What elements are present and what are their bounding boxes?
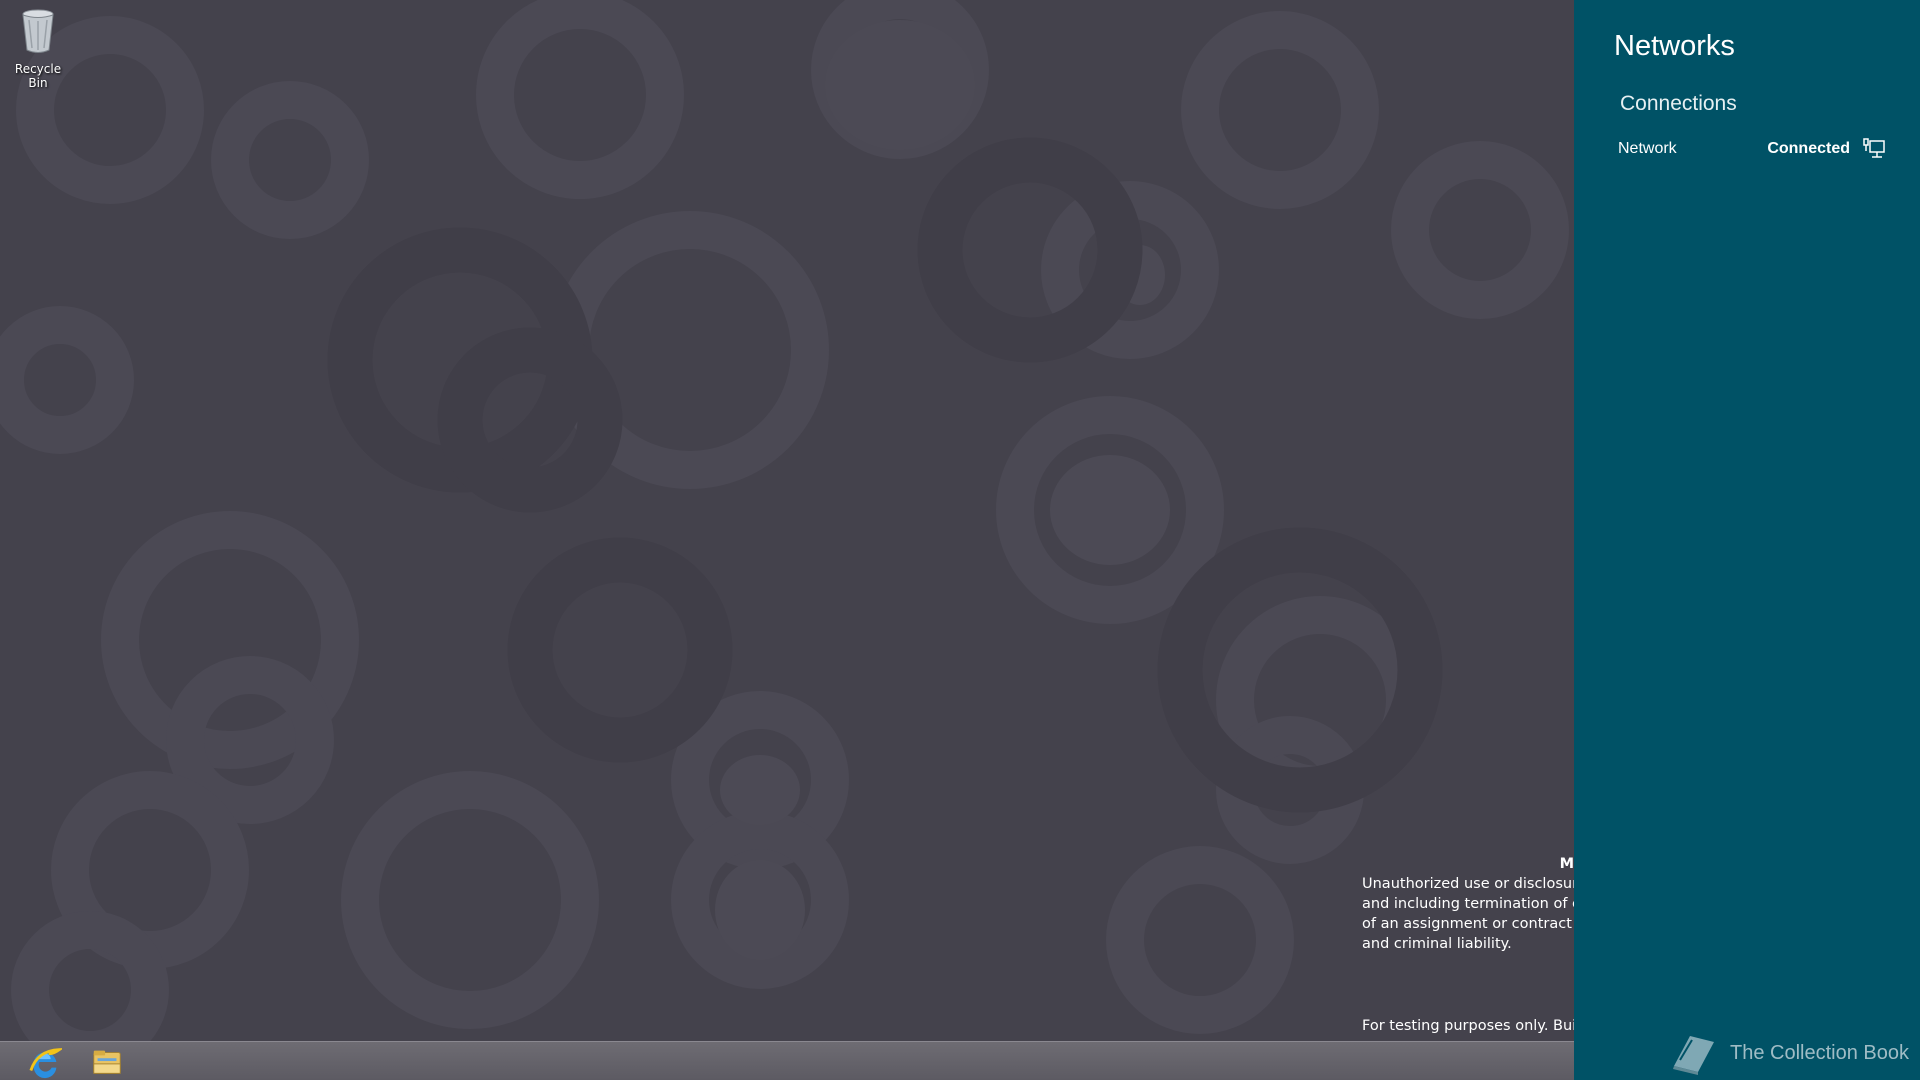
wired-network-icon bbox=[1863, 138, 1885, 158]
taskbar-internet-explorer[interactable] bbox=[18, 1044, 72, 1080]
network-status: Connected bbox=[1767, 140, 1850, 157]
screen: Recycle Bin M Unauthorized use or disclo… bbox=[0, 0, 1920, 1080]
watermark-line-1: Unauthorized use or disclosure i bbox=[1362, 876, 1574, 892]
connections-heading: Connections bbox=[1620, 92, 1737, 115]
desktop-icon-recycle-bin[interactable]: Recycle Bin bbox=[4, 6, 72, 90]
build-watermark: For testing purposes only. Build bbox=[1362, 1018, 1574, 1034]
taskbar bbox=[0, 1041, 1574, 1080]
brand-text: The Collection Book bbox=[1730, 1041, 1909, 1064]
network-name: Network bbox=[1618, 140, 1677, 157]
watermark-line-2: and including termination of em bbox=[1362, 896, 1574, 912]
file-explorer-icon bbox=[93, 1050, 121, 1074]
watermark-title: M bbox=[1559, 856, 1574, 872]
book-icon bbox=[1673, 1036, 1714, 1075]
watermark-line-3: of an assignment or contract (in bbox=[1362, 916, 1574, 932]
watermark-line-4: and criminal liability. bbox=[1362, 936, 1512, 952]
recycle-bin-icon bbox=[22, 9, 54, 53]
desktop[interactable]: Recycle Bin M Unauthorized use or disclo… bbox=[0, 0, 1574, 1041]
desktop-watermark: M Unauthorized use or disclosure i and i… bbox=[1362, 854, 1574, 954]
desktop-icon-label: Recycle Bin bbox=[14, 62, 62, 90]
taskbar-file-explorer[interactable] bbox=[80, 1044, 134, 1080]
network-connection-item[interactable]: Network Connected bbox=[1618, 134, 1886, 164]
internet-explorer-icon bbox=[29, 1048, 62, 1079]
networks-charm-panel: Networks Connections Network Connected T… bbox=[1574, 0, 1920, 1080]
wallpaper-pattern bbox=[0, 0, 1569, 1041]
panel-title: Networks bbox=[1614, 30, 1735, 62]
brand-watermark: The Collection Book bbox=[1668, 1030, 1909, 1076]
